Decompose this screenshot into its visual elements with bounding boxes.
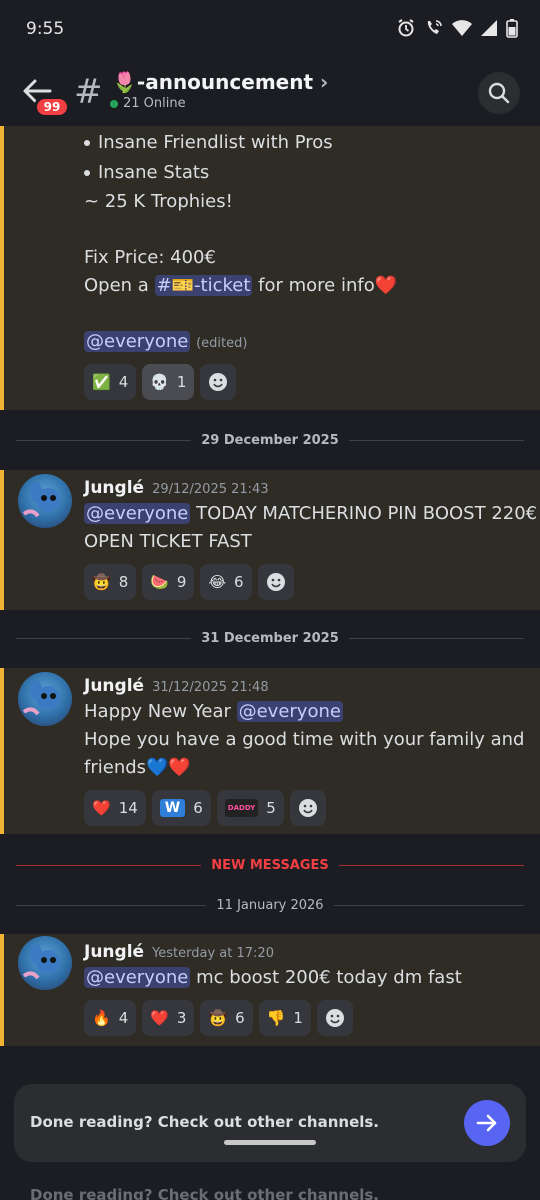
done-reading-banner[interactable]: Done reading? Check out other channels. [14, 1084, 526, 1162]
edited-label: (edited) [196, 336, 248, 351]
done-reading-text: Done reading? Check out other channels. [30, 1113, 380, 1131]
channel-mention[interactable]: #🎫-ticket [154, 275, 253, 296]
message-block[interactable]: Junglé Yesterday at 17:20 @everyone mc bo… [0, 934, 540, 1046]
chevron-right-icon: › [320, 70, 329, 94]
channel-title[interactable]: 🌷-announcement › [112, 70, 328, 94]
status-bar: 9:55 [0, 0, 540, 60]
timestamp: 29/12/2025 21:43 [152, 482, 269, 497]
message-text: Happy New Year @everyone [84, 701, 343, 722]
date-divider: 29 December 2025 [16, 430, 525, 450]
home-indicator[interactable] [224, 1140, 316, 1145]
stitch-avatar-icon [22, 482, 60, 518]
channel-emoji: 🌷 [112, 70, 137, 94]
message-text: Open a #🎫-ticket for more info❤️ [84, 275, 398, 296]
add-reaction-button[interactable] [200, 364, 237, 400]
message-text: ~ 25 K Trophies! [84, 191, 233, 212]
message-text: friends💙❤️ [84, 757, 191, 778]
online-dot-icon [110, 99, 118, 108]
smiley-add-icon [266, 573, 285, 591]
everyone-mention[interactable]: @everyone [84, 331, 191, 352]
reaction-button[interactable]: 👎 1 [258, 1000, 311, 1036]
everyone-mention[interactable]: @everyone [236, 701, 343, 722]
reaction-bar: ❤️ 14 W6 DADDY 5 [84, 790, 326, 826]
everyone-mention[interactable]: @everyone [84, 503, 191, 524]
search-icon [488, 82, 510, 104]
list-item: Insane Stats [84, 162, 209, 183]
add-reaction-button[interactable] [257, 564, 294, 600]
reaction-button[interactable]: W6 [151, 790, 211, 826]
smiley-add-icon [325, 1009, 344, 1027]
date-divider: 11 January 2026 [16, 895, 524, 915]
message-text: @everyone TODAY MATCHERINO PIN BOOST 220… [84, 503, 538, 524]
add-reaction-button[interactable] [289, 790, 326, 826]
reaction-button[interactable]: 🍉 9 [142, 564, 195, 600]
channel-header: 99 # 🌷-announcement › 21 Online [0, 60, 540, 126]
reaction-button[interactable]: 🤠 6 [200, 1000, 253, 1036]
message-text: Hope you have a good time with your fami… [84, 729, 525, 750]
browse-channels-button[interactable] [464, 1100, 510, 1146]
wifi-icon [452, 20, 472, 36]
wifi-calling-icon [427, 20, 442, 34]
smiley-add-icon [209, 373, 228, 391]
message-block[interactable]: Junglé 29/12/2025 21:43 @everyone TODAY M… [0, 470, 540, 610]
reaction-button[interactable]: 🔥 4 [84, 1000, 137, 1036]
reaction-button[interactable]: DADDY 5 [216, 790, 284, 826]
smiley-add-icon [298, 799, 317, 817]
reaction-bar: 🤠 8 🍉 9 😂 6 [84, 564, 294, 600]
message-text: Fix Price: 400€ [84, 247, 216, 268]
channel-hash-icon: # [74, 72, 103, 112]
reaction-button[interactable]: ✅ 4 [84, 364, 137, 400]
search-button[interactable] [478, 72, 520, 114]
stitch-avatar-icon [22, 680, 60, 716]
battery-icon [506, 19, 518, 38]
avatar[interactable] [18, 936, 72, 990]
stitch-avatar-icon [22, 944, 60, 980]
reaction-bar: ✅ 4 💀 1 [84, 364, 237, 400]
message-text: OPEN TICKET FAST [84, 531, 252, 552]
author-name[interactable]: Junglé [84, 942, 144, 962]
status-icons [396, 18, 518, 38]
author-name[interactable]: Junglé [84, 478, 144, 498]
bottom-panel: Done reading? Check out other channels. [0, 1046, 540, 1200]
author-name[interactable]: Junglé [84, 676, 144, 696]
reaction-button[interactable]: ❤️ 14 [84, 790, 146, 826]
reaction-button[interactable]: 🤠 8 [84, 564, 137, 600]
reaction-bar: 🔥 4 ❤️ 3 🤠 6 👎 1 [84, 1000, 353, 1036]
reaction-button[interactable]: ❤️ 3 [142, 1000, 195, 1036]
unread-badge: 99 [34, 96, 70, 118]
message-block[interactable]: Junglé 31/12/2025 21:48 Happy New Year @e… [0, 668, 540, 834]
w-emoji-icon: W [159, 799, 186, 817]
avatar[interactable] [18, 474, 72, 528]
alarm-icon [398, 19, 414, 37]
list-item: Insane Friendlist with Pros [84, 132, 333, 153]
online-count: 21 Online [110, 96, 186, 111]
message-block[interactable]: Insane Friendlist with Pros Insane Stats… [0, 126, 540, 410]
new-messages-divider: NEW MESSAGES [16, 855, 524, 875]
reaction-button[interactable]: 💀 1 [142, 364, 195, 400]
avatar[interactable] [18, 672, 72, 726]
everyone-mention[interactable]: @everyone [84, 967, 191, 988]
channel-name: -announcement [136, 70, 314, 94]
arrow-right-icon [476, 1114, 497, 1132]
ghost-notice-text: Done reading? Check out other channels. [30, 1186, 380, 1200]
timestamp: 31/12/2025 21:48 [152, 680, 269, 695]
signal-icon [481, 20, 497, 36]
timestamp: Yesterday at 17:20 [152, 946, 274, 961]
message-text: @everyone mc boost 200€ today dm fast [84, 967, 462, 988]
date-divider: 31 December 2025 [16, 628, 525, 648]
reaction-button[interactable]: 😂 6 [200, 564, 252, 600]
status-time: 9:55 [26, 19, 65, 39]
add-reaction-button[interactable] [316, 1000, 353, 1036]
daddy-emoji-icon: DADDY [224, 799, 259, 817]
